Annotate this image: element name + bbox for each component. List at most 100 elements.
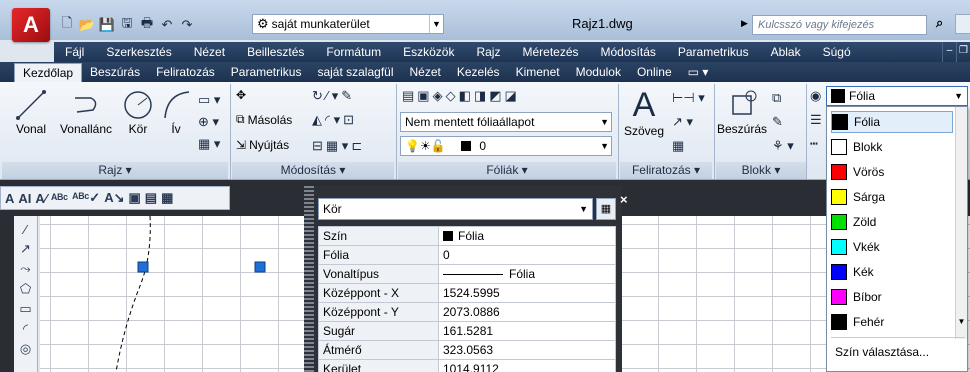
rectangle-icon[interactable]: ▭ ▾: [198, 92, 220, 108]
color-option-bibor[interactable]: Bíbor: [831, 286, 953, 308]
text-style-icon[interactable]: A: [5, 191, 14, 206]
text-convert-icon[interactable]: ▦: [161, 190, 173, 206]
dropdown-scrollbar[interactable]: ▼: [955, 107, 967, 339]
color-option-folia[interactable]: Fólia: [831, 111, 953, 133]
polygon-icon[interactable]: ⬠: [20, 281, 31, 297]
menu-item[interactable]: Beillesztés: [236, 45, 315, 59]
edit-block-icon[interactable]: ✎: [772, 114, 794, 130]
scroll-down-icon[interactable]: ▼: [956, 317, 967, 326]
property-value[interactable]: 0: [438, 245, 616, 265]
find-text-icon[interactable]: ᴬᴮᶜ: [51, 191, 68, 206]
explode-icon[interactable]: ⊡: [343, 112, 354, 128]
save-as-icon[interactable]: 🖫: [118, 15, 136, 34]
palette-drag-handle[interactable]: [304, 186, 314, 372]
fillet-icon[interactable]: ◜ ▾: [325, 112, 340, 128]
spell-check-icon[interactable]: ᴬᴮᶜ✓: [72, 190, 100, 206]
dimension-icon[interactable]: ⊢⊣ ▾: [672, 90, 705, 106]
color-option-vkek[interactable]: Vkék: [831, 236, 953, 258]
quick-select-icon[interactable]: ▦: [596, 198, 616, 220]
undo-icon[interactable]: ↶: [158, 16, 176, 34]
panel-title-foliak[interactable]: Fóliák ▾: [398, 162, 616, 179]
menu-item[interactable]: Rajz: [465, 45, 511, 59]
property-value[interactable]: 1524.5995: [438, 283, 616, 303]
text-tool[interactable]: A Szöveg: [620, 86, 668, 138]
table-row[interactable]: Átmérő 323.0563: [318, 340, 616, 360]
menu-item[interactable]: Parametrikus: [667, 45, 760, 59]
table-row[interactable]: Fólia 0: [318, 245, 616, 265]
property-value[interactable]: Fólia: [438, 226, 616, 246]
rectangle-icon[interactable]: ▭: [19, 301, 31, 317]
search-arrow-icon[interactable]: ▶: [741, 18, 748, 29]
linetype-icon[interactable]: ┅: [810, 136, 822, 152]
panel-title-rajz[interactable]: Rajz ▾: [2, 162, 228, 179]
tab-online[interactable]: Online: [629, 63, 680, 82]
chevron-down-icon[interactable]: ▼: [429, 15, 443, 33]
leader-icon[interactable]: ↗ ▾: [672, 114, 705, 130]
property-value[interactable]: 2073.0886: [438, 302, 616, 322]
create-block-icon[interactable]: ⧉: [772, 90, 794, 106]
arc-tool[interactable]: Ív: [158, 88, 194, 136]
menu-item[interactable]: Fájl: [54, 45, 95, 59]
text-scale-icon[interactable]: A↘: [104, 190, 124, 206]
tab-sajat-szalagful[interactable]: saját szalagfül: [309, 63, 401, 82]
panel-title-feliratozas[interactable]: Feliratozás ▾: [620, 162, 712, 179]
menu-item[interactable]: Súgó: [812, 45, 862, 59]
property-value[interactable]: 1014.9112: [438, 359, 616, 372]
table-row[interactable]: Középpont - Y 2073.0886: [318, 302, 616, 322]
copy-tool[interactable]: ⧉ Másolás: [236, 112, 292, 127]
color-option-feher[interactable]: Fehér: [831, 311, 953, 333]
scale-icon[interactable]: ⊟: [312, 138, 323, 154]
offset-icon[interactable]: ⊏: [351, 138, 362, 154]
circle-icon[interactable]: ◎: [20, 341, 31, 357]
trim-icon[interactable]: ⁄ ▾: [326, 88, 338, 104]
app-menu-logo-icon[interactable]: A: [12, 8, 50, 42]
property-value[interactable]: Fólia: [438, 264, 616, 284]
tab-nezet[interactable]: Nézet: [402, 63, 449, 82]
layer-off-icon[interactable]: ◪: [504, 88, 516, 104]
gradient-icon[interactable]: ▦ ▾: [198, 136, 220, 152]
circle-outline-dashed[interactable]: [115, 216, 151, 372]
layer-state-combo[interactable]: Nem mentett fóliaállapot ▼: [400, 112, 612, 132]
menu-item[interactable]: Formátum: [315, 45, 392, 59]
polyline-icon[interactable]: ⤳: [20, 261, 30, 277]
object-type-select[interactable]: Kör ▼: [318, 198, 593, 220]
grip-point[interactable]: [254, 261, 266, 273]
new-file-icon[interactable]: 🗋: [58, 15, 76, 34]
layer-freeze-icon[interactable]: ◩: [489, 88, 501, 104]
menu-item[interactable]: Eszközök: [392, 45, 465, 59]
layer-state-icon[interactable]: ▣: [417, 88, 429, 104]
panel-title-modositas[interactable]: Módosítás ▾: [232, 162, 394, 179]
color-option-kek[interactable]: Kék: [831, 261, 953, 283]
array-icon[interactable]: ▦ ▾: [326, 138, 348, 154]
color-option-zold[interactable]: Zöld: [831, 211, 953, 233]
erase-icon[interactable]: ✎: [341, 88, 352, 104]
table-icon[interactable]: ▦: [672, 138, 705, 154]
tab-modulok[interactable]: Modulok: [568, 63, 629, 82]
color-wheel-icon[interactable]: ◉: [810, 88, 822, 104]
text-justify-icon[interactable]: ▣: [128, 190, 140, 206]
table-row[interactable]: Szín Fólia: [318, 226, 616, 246]
block-attribute-icon[interactable]: ⚘ ▾: [772, 138, 794, 154]
menu-item[interactable]: Módosítás: [590, 45, 667, 59]
property-value[interactable]: 161.5281: [438, 321, 616, 341]
print-icon[interactable]: 🖶: [138, 15, 156, 34]
save-icon[interactable]: 💾: [98, 16, 116, 34]
menu-item[interactable]: Szerkesztés: [95, 45, 182, 59]
tab-feliratozas[interactable]: Feliratozás: [148, 63, 223, 82]
hatch-icon[interactable]: ⊕ ▾: [198, 114, 220, 130]
construction-line-icon[interactable]: ↗: [20, 241, 31, 257]
color-option-voros[interactable]: Vörös: [831, 161, 953, 183]
workspace-select[interactable]: ⚙ saját munkaterület ▼: [252, 14, 444, 34]
circle-tool[interactable]: Kör: [118, 88, 158, 136]
minimize-icon[interactable]: –: [942, 42, 956, 62]
layer-previous-icon[interactable]: ◇: [446, 88, 456, 104]
stretch-tool[interactable]: ⇲ Nyújtás: [236, 138, 289, 152]
tab-parametrikus[interactable]: Parametrikus: [223, 63, 310, 82]
menu-item[interactable]: Méretezés: [511, 45, 589, 59]
edit-text-icon[interactable]: A⁄: [35, 191, 47, 206]
property-value[interactable]: 323.0563: [438, 340, 616, 360]
layer-isolate-icon[interactable]: ◧: [459, 88, 471, 104]
rotate-icon[interactable]: ↻: [312, 88, 323, 104]
line-tool[interactable]: Vonal: [8, 88, 54, 136]
mirror-icon[interactable]: ◭: [312, 112, 322, 128]
